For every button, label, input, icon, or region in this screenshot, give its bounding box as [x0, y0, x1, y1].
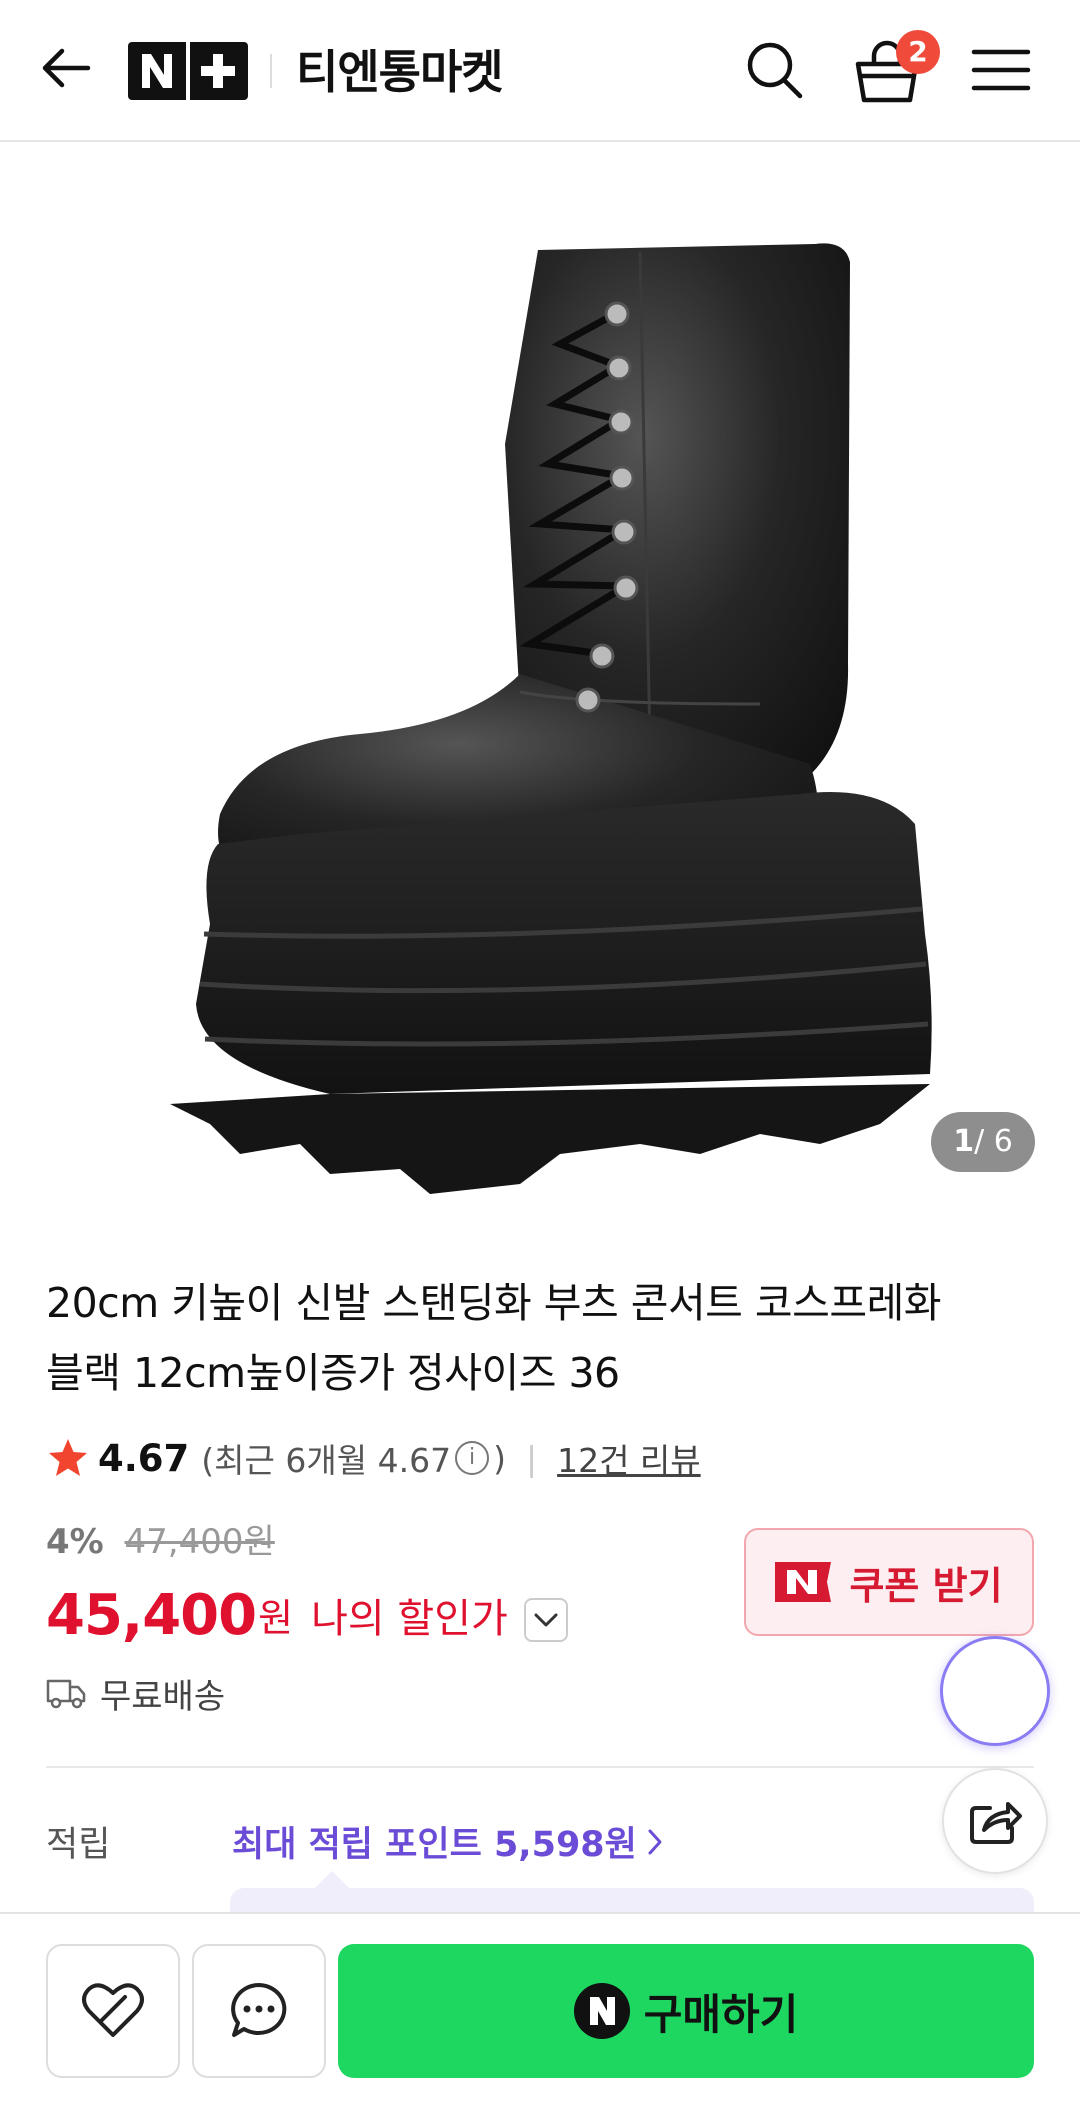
naver-pay-icon — [573, 1983, 630, 2039]
logo-divider — [270, 54, 272, 88]
search-icon[interactable] — [744, 38, 806, 102]
sale-price: 45,400 — [46, 1583, 257, 1648]
discount-row: 4% 47,400원 — [46, 1514, 275, 1563]
coupon-label: 쿠폰 받기 — [849, 1563, 1003, 1608]
recent-rating: (최근 6개월 4.67 — [201, 1441, 452, 1480]
product-title-line: 20cm 키높이 신발 스탠딩화 부츠 콘서트 코스프레화 — [46, 1279, 942, 1327]
naver-plus-logo[interactable] — [128, 42, 248, 100]
floating-chat-button[interactable] — [940, 1636, 1050, 1746]
cart-button[interactable]: 2 — [852, 30, 940, 106]
points-link[interactable]: 최대 적립 포인트 5,598원 — [232, 1816, 663, 1867]
platform-boot-illustration — [170, 243, 932, 1194]
points-value: 최대 적립 포인트 5,598원 — [232, 1825, 637, 1865]
chevron-right-icon — [648, 1829, 662, 1854]
original-price: 47,400원 — [124, 1522, 275, 1562]
top-header: 티엔통마켓 2 — [0, 0, 1080, 142]
heart-icon — [82, 1983, 144, 2037]
chat-bubble-icon — [231, 1983, 287, 2037]
naver-n-icon — [775, 1562, 832, 1602]
points-label: 적립 — [46, 1825, 111, 1865]
discount-rate: 4% — [46, 1522, 104, 1562]
talk-talk-button[interactable] — [192, 1944, 326, 2078]
product-title: 20cm 키높이 신발 스탠딩화 부츠 콘서트 코스프레화 블랙 12cm높이증… — [46, 1268, 1046, 1408]
rating-row: 4.67 (최근 6개월 4.67 i ) | 12건 리뷰 — [46, 1430, 701, 1486]
section-divider — [46, 1766, 1034, 1768]
chevron-down-icon[interactable] — [523, 1598, 568, 1642]
info-icon[interactable]: i — [455, 1441, 490, 1475]
hamburger-menu-icon[interactable] — [970, 44, 1032, 96]
wishlist-button[interactable] — [46, 1944, 180, 2078]
buy-button[interactable]: 구매하기 — [338, 1944, 1034, 2078]
review-link[interactable]: 12건 리뷰 — [557, 1434, 701, 1482]
my-price-label[interactable]: 나의 할인가 — [311, 1586, 508, 1644]
shipping-text: 무료배송 — [100, 1676, 226, 1717]
star-icon — [49, 1439, 87, 1476]
currency-unit: 원 — [258, 1596, 294, 1640]
price-row: 45,400 원 나의 할인가 — [46, 1572, 568, 1648]
coupon-button[interactable]: 쿠폰 받기 — [744, 1528, 1034, 1636]
share-button[interactable] — [942, 1768, 1048, 1874]
recent-rating-close: ) — [493, 1438, 506, 1478]
back-arrow-icon[interactable] — [36, 38, 96, 98]
product-image[interactable] — [0, 144, 1080, 1200]
store-name[interactable]: 티엔통마켓 — [296, 36, 504, 102]
product-title-line: 블랙 12cm높이증가 정사이즈 36 — [46, 1349, 620, 1397]
image-counter: 1/ 6 — [931, 1112, 1035, 1172]
share-icon — [970, 1802, 1022, 1844]
shipping-row: 무료배송 — [46, 1666, 225, 1720]
rating-value: 4.67 — [98, 1436, 190, 1480]
bottom-action-bar: 구매하기 — [0, 1912, 1080, 2105]
separator: | — [525, 1438, 538, 1478]
buy-label: 구매하기 — [643, 1989, 799, 2039]
cart-count-badge: 2 — [896, 30, 940, 74]
truck-icon — [46, 1679, 86, 1709]
